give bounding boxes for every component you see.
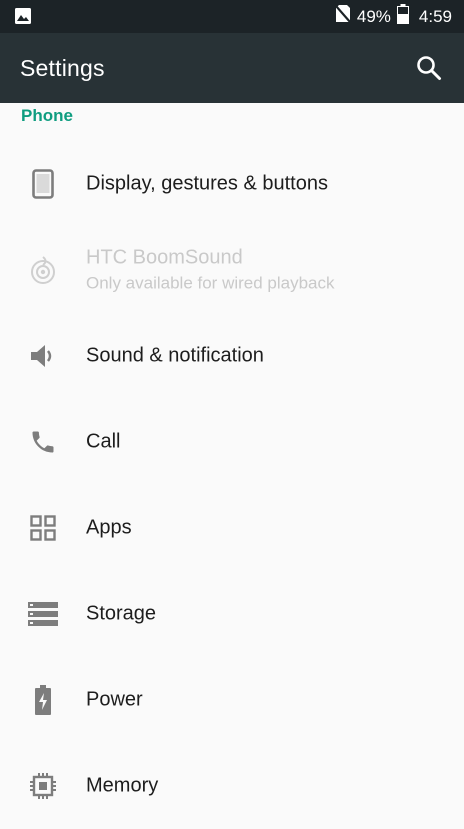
settings-item-label: HTC BoomSound [86, 246, 243, 269]
battery-power-icon [28, 685, 58, 715]
settings-item-power[interactable]: Power [0, 657, 464, 743]
settings-item-text: Call [86, 431, 120, 454]
settings-item-text: Sound & notification [86, 345, 264, 368]
settings-item-text: Storage [86, 603, 156, 626]
settings-item-subtitle: Only available for wired playback [86, 273, 335, 293]
app-bar: Settings [0, 33, 464, 103]
status-bar: 49% 4:59 [0, 0, 464, 33]
settings-item-display[interactable]: Display, gestures & buttons [0, 141, 464, 227]
settings-item-label: Storage [86, 602, 157, 625]
clock: 4:59 [418, 6, 452, 26]
settings-item-label: Call [86, 430, 121, 453]
search-icon[interactable] [414, 53, 444, 83]
settings-item-text: HTC BoomSound Only available for wired p… [86, 247, 335, 294]
settings-item-memory[interactable]: Memory [0, 743, 464, 829]
no-sim-icon [335, 4, 351, 29]
settings-item-text: Power [86, 689, 143, 712]
settings-item-label: Memory [86, 774, 159, 797]
settings-item-label: Display, gestures & buttons [86, 172, 328, 195]
settings-item-sound[interactable]: Sound & notification [0, 313, 464, 399]
phone-display-icon [28, 169, 58, 199]
section-label-phone: Phone [21, 106, 73, 125]
settings-item-label: Sound & notification [86, 344, 264, 367]
boomsound-icon [28, 255, 58, 285]
settings-item-boomsound: HTC BoomSound Only available for wired p… [0, 227, 464, 313]
settings-item-text: Display, gestures & buttons [86, 173, 328, 196]
settings-item-call[interactable]: Call [0, 399, 464, 485]
settings-list: Display, gestures & buttons HTC BoomSoun… [0, 141, 464, 829]
storage-icon [28, 599, 58, 629]
settings-item-label: Apps [86, 516, 132, 539]
battery-percent: 49% [356, 6, 391, 26]
phone-icon [28, 427, 58, 457]
page-title: Settings [20, 55, 105, 81]
battery-icon [396, 4, 409, 29]
settings-item-text: Apps [86, 517, 132, 540]
memory-chip-icon [28, 771, 58, 801]
apps-grid-icon [28, 513, 58, 543]
speaker-icon [28, 341, 58, 371]
settings-item-label: Power [86, 688, 143, 711]
settings-item-text: Memory [86, 775, 158, 798]
image-icon [14, 7, 32, 30]
settings-item-apps[interactable]: Apps [0, 485, 464, 571]
settings-item-storage[interactable]: Storage [0, 571, 464, 657]
